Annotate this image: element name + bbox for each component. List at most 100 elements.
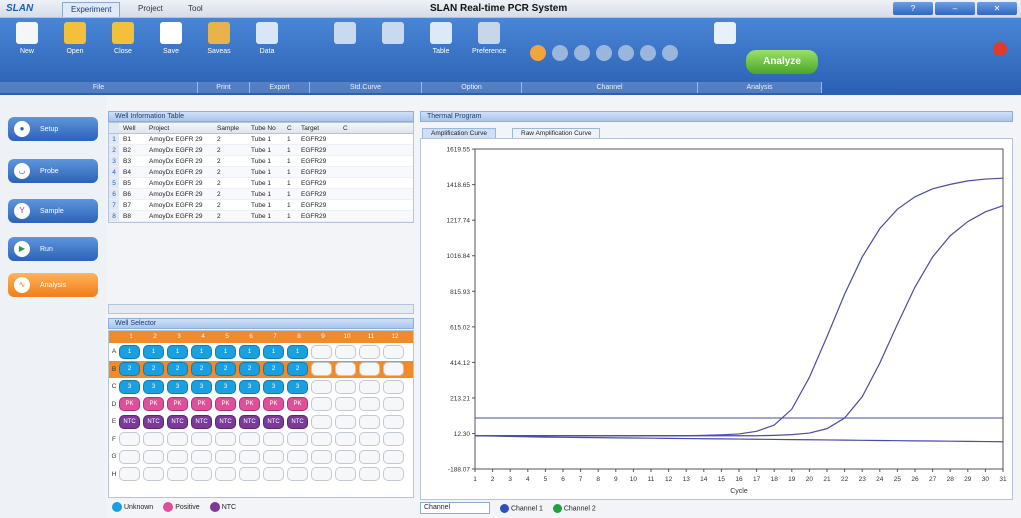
well-row-label[interactable]: C <box>109 383 119 390</box>
well-cell[interactable] <box>119 467 140 482</box>
well-col-header[interactable]: 2 <box>143 331 167 343</box>
well-cell[interactable]: 2 <box>119 362 140 377</box>
col-sample[interactable]: Sample <box>213 123 247 133</box>
well-cell[interactable] <box>335 467 356 482</box>
col-c[interactable]: C <box>285 123 297 133</box>
well-cell[interactable] <box>287 432 308 447</box>
well-cell[interactable] <box>215 467 236 482</box>
well-cell[interactable] <box>311 414 332 429</box>
close-button[interactable]: Close <box>106 22 140 55</box>
well-cell[interactable] <box>383 449 404 464</box>
sidebar-item-sample[interactable]: Y Sample <box>8 199 98 223</box>
well-cell[interactable]: 1 <box>239 344 260 359</box>
minimize-button[interactable]: – <box>935 2 975 15</box>
well-cell[interactable]: NTC <box>215 414 236 429</box>
well-row-label[interactable]: G <box>109 453 119 460</box>
well-row-label[interactable]: H <box>109 471 119 478</box>
well-cell[interactable] <box>359 467 380 482</box>
well-col-header[interactable]: 10 <box>335 331 359 343</box>
std-curve-save-button[interactable] <box>328 22 362 48</box>
well-col-header[interactable]: 5 <box>215 331 239 343</box>
well-cell[interactable] <box>311 344 332 359</box>
sidebar-item-run[interactable]: ▶ Run <box>8 237 98 261</box>
well-cell[interactable] <box>335 432 356 447</box>
table-row[interactable]: 5 B5 AmoyDx EGFR 29 2 Tube 1 1 EGFR29 <box>109 178 413 189</box>
well-cell[interactable] <box>263 432 284 447</box>
well-cell[interactable]: 3 <box>239 379 260 394</box>
well-cell[interactable]: PK <box>167 397 188 412</box>
well-cell[interactable]: 1 <box>167 344 188 359</box>
well-col-header[interactable]: 9 <box>311 331 335 343</box>
well-col-header[interactable]: 7 <box>263 331 287 343</box>
sidebar-item-analysis[interactable]: ∿ Analysis <box>8 273 98 297</box>
well-cell[interactable] <box>263 467 284 482</box>
well-cell[interactable]: 2 <box>263 362 284 377</box>
well-cell[interactable] <box>263 449 284 464</box>
well-cell[interactable]: NTC <box>239 414 260 429</box>
well-cell[interactable] <box>359 414 380 429</box>
channel-7-toggle[interactable] <box>662 45 678 61</box>
well-cell[interactable] <box>311 467 332 482</box>
well-cell[interactable] <box>239 432 260 447</box>
analysis-settings-button[interactable] <box>708 22 742 48</box>
well-cell[interactable] <box>383 467 404 482</box>
open-button[interactable]: Open <box>58 22 92 55</box>
well-row-label[interactable]: D <box>109 401 119 408</box>
well-cell[interactable] <box>335 362 356 377</box>
well-cell[interactable] <box>311 379 332 394</box>
table-row[interactable]: 6 B6 AmoyDx EGFR 29 2 Tube 1 1 EGFR29 <box>109 189 413 200</box>
well-cell[interactable] <box>167 432 188 447</box>
well-cell[interactable]: PK <box>191 397 212 412</box>
preference-button[interactable]: Preference <box>472 22 506 55</box>
data-button[interactable]: Data <box>250 22 284 55</box>
well-cell[interactable] <box>215 449 236 464</box>
well-row-label[interactable]: E <box>109 418 119 425</box>
well-cell[interactable]: 3 <box>287 379 308 394</box>
well-cell[interactable] <box>143 467 164 482</box>
well-cell[interactable] <box>383 362 404 377</box>
well-cell[interactable] <box>359 379 380 394</box>
well-cell[interactable] <box>359 397 380 412</box>
well-cell[interactable] <box>359 432 380 447</box>
well-cell[interactable]: 3 <box>263 379 284 394</box>
table-row[interactable]: 3 B3 AmoyDx EGFR 29 2 Tube 1 1 EGFR29 <box>109 156 413 167</box>
well-cell[interactable] <box>191 449 212 464</box>
well-col-header[interactable]: 11 <box>359 331 383 343</box>
sidebar-item-probe[interactable]: ◡ Probe <box>8 159 98 183</box>
table-row[interactable]: 1 B1 AmoyDx EGFR 29 2 Tube 1 1 EGFR29 <box>109 134 413 145</box>
table-row[interactable]: 2 B2 AmoyDx EGFR 29 2 Tube 1 1 EGFR29 <box>109 145 413 156</box>
analyze-button[interactable]: Analyze <box>746 50 818 74</box>
well-cell[interactable]: PK <box>239 397 260 412</box>
well-cell[interactable] <box>383 379 404 394</box>
col-project[interactable]: Project <box>145 123 213 133</box>
well-cell[interactable] <box>359 344 380 359</box>
well-cell[interactable]: PK <box>143 397 164 412</box>
well-cell[interactable]: NTC <box>263 414 284 429</box>
well-row-label[interactable]: A <box>109 348 119 355</box>
channel-2-toggle[interactable] <box>552 45 568 61</box>
channel-6-toggle[interactable] <box>640 45 656 61</box>
well-cell[interactable]: NTC <box>191 414 212 429</box>
well-cell[interactable]: PK <box>215 397 236 412</box>
well-cell[interactable]: 2 <box>191 362 212 377</box>
well-cell[interactable] <box>383 432 404 447</box>
well-cell[interactable]: 2 <box>239 362 260 377</box>
saveas-button[interactable]: Saveas <box>202 22 236 55</box>
channel-5-toggle[interactable] <box>618 45 634 61</box>
well-cell[interactable]: NTC <box>143 414 164 429</box>
tab-experiment[interactable]: Experiment <box>62 2 121 17</box>
well-cell[interactable]: 1 <box>191 344 212 359</box>
well-col-header[interactable]: 1 <box>119 331 143 343</box>
well-cell[interactable] <box>167 467 188 482</box>
well-cell[interactable]: 3 <box>167 379 188 394</box>
well-cell[interactable] <box>191 467 212 482</box>
table-horizontal-scrollbar[interactable] <box>108 304 414 314</box>
well-cell[interactable]: 2 <box>215 362 236 377</box>
well-cell[interactable]: NTC <box>287 414 308 429</box>
well-cell[interactable]: 3 <box>191 379 212 394</box>
well-cell[interactable]: 1 <box>287 344 308 359</box>
tab-tool[interactable]: Tool <box>180 2 211 17</box>
sidebar-item-setup[interactable]: ● Setup <box>8 117 98 141</box>
amplification-chart[interactable]: -188.0712.30213.21414.12615.02815.931016… <box>421 139 1012 499</box>
well-cell[interactable]: PK <box>263 397 284 412</box>
